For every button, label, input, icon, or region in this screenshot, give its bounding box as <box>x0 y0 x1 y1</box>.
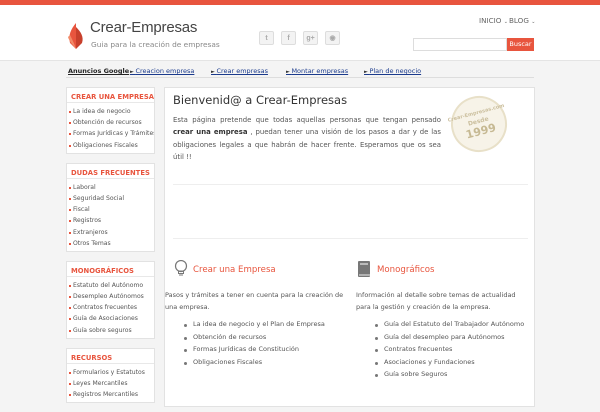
google-plus-icon[interactable]: g+ <box>303 31 318 45</box>
since-1999-stamp: Crear-Empresas.com Desde 1999 <box>444 89 514 159</box>
sidebar-item[interactable]: Formularios y Estatutos <box>67 367 154 378</box>
list-item[interactable]: Guía del Estatuto del Trabajador Autónom… <box>356 320 524 333</box>
widget-dudas-frecuentes: DUDAS FRECUENTES Laboral Seguridad Socia… <box>66 162 155 252</box>
sidebar-item[interactable]: Laboral <box>67 182 154 193</box>
ad-bar: Anuncios Google Creacion empresa Crear e… <box>66 62 534 78</box>
widget-crear-empresa: CREAR UNA EMPRESA La idea de negocio Obt… <box>66 87 155 154</box>
search-input[interactable] <box>413 38 507 51</box>
sidebar: CREAR UNA EMPRESA La idea de negocio Obt… <box>66 87 155 412</box>
logo-icon[interactable] <box>68 23 84 49</box>
facebook-icon[interactable]: f <box>281 31 296 45</box>
column-title[interactable]: Crear una Empresa <box>193 265 276 275</box>
column-desc: Pasos y trámites a tener en cuenta para … <box>165 291 344 311</box>
ad-link-creacion-empresa[interactable]: Creacion empresa <box>130 67 194 75</box>
search-button[interactable]: Buscar <box>507 38 534 51</box>
site-header: Crear-Empresas Guia para la creación de … <box>0 5 600 61</box>
main-content: Bienvenid@ a Crear-Empresas Esta página … <box>164 87 535 407</box>
ad-link-crear-empresas[interactable]: Crear empresas <box>211 67 268 75</box>
list-item[interactable]: Guía sobre Seguros <box>356 370 524 383</box>
sidebar-item[interactable]: Obtención de recursos <box>67 117 154 128</box>
list-item[interactable]: Formas Jurídicas de Constitución <box>165 345 325 358</box>
ad-link-plan-negocio[interactable]: Plan de negocio <box>364 67 421 75</box>
sidebar-item[interactable]: Seguridad Social <box>67 193 154 204</box>
site-title[interactable]: Crear-Empresas <box>90 19 197 36</box>
sidebar-item[interactable]: Desempleo Autónomos <box>67 291 154 302</box>
sidebar-item[interactable]: Obligaciones Fiscales <box>67 140 154 151</box>
lightbulb-icon <box>174 260 188 276</box>
divider <box>173 238 528 239</box>
chevron-down-icon: ⌄ <box>531 19 536 25</box>
widget-title[interactable]: DUDAS FRECUENTES <box>67 164 154 179</box>
page-title: Bienvenid@ a Crear-Empresas <box>173 93 348 107</box>
sidebar-item[interactable]: Guía sobre seguros <box>67 325 154 336</box>
welcome-text: Esta página pretende que todas aquellas … <box>173 116 441 162</box>
widget-monograficos: MONOGRÁFICOS Estatuto del Autónomo Desem… <box>66 260 155 339</box>
list-item[interactable]: La idea de negocio y el Plan de Empresa <box>165 320 325 333</box>
sidebar-item[interactable]: Guía de Asociaciones <box>67 313 154 324</box>
twitter-icon[interactable]: t <box>259 31 274 45</box>
column-list: Guía del Estatuto del Trabajador Autónom… <box>356 320 524 383</box>
column-title[interactable]: Monográficos <box>377 265 435 275</box>
column-desc: Información al detalle sobre temas de ac… <box>356 291 516 311</box>
list-item[interactable]: Obligaciones Fiscales <box>165 358 325 371</box>
widget-title[interactable]: CREAR UNA EMPRESA <box>67 88 154 103</box>
widget-title[interactable]: MONOGRÁFICOS <box>67 262 154 277</box>
sidebar-item[interactable]: Registros Mercantiles <box>67 389 154 400</box>
column-list: La idea de negocio y el Plan de Empresa … <box>165 320 325 370</box>
sidebar-item[interactable]: Registros <box>67 215 154 226</box>
list-item[interactable]: Asociaciones y Fundaciones <box>356 358 524 371</box>
sidebar-item[interactable]: Formas Jurídicas y Trámites <box>67 128 154 139</box>
sidebar-item[interactable]: Contratos frecuentes <box>67 302 154 313</box>
sidebar-item[interactable]: Extranjeros <box>67 227 154 238</box>
widget-title[interactable]: RECURSOS <box>67 349 154 364</box>
site-tagline: Guia para la creación de empresas <box>91 40 220 49</box>
welcome-bold-link[interactable]: crear una empresa <box>173 128 247 136</box>
list-item[interactable]: Obtención de recursos <box>165 333 325 346</box>
chevron-down-icon: ⌄ <box>503 19 508 25</box>
ad-link-montar-empresas[interactable]: Montar empresas <box>286 67 348 75</box>
sidebar-item[interactable]: Estatuto del Autónomo <box>67 280 154 291</box>
sidebar-item[interactable]: La idea de negocio <box>67 106 154 117</box>
divider <box>173 184 528 185</box>
book-icon <box>358 261 370 277</box>
sidebar-item[interactable]: Otros Temas <box>67 238 154 249</box>
ads-label[interactable]: Anuncios Google <box>68 67 129 75</box>
list-item[interactable]: Contratos frecuentes <box>356 345 524 358</box>
nav-inicio[interactable]: INICIO ⌄ <box>479 16 508 25</box>
widget-recursos: RECURSOS Formularios y Estatutos Leyes M… <box>66 347 155 404</box>
sidebar-item[interactable]: Leyes Mercantiles <box>67 378 154 389</box>
rss-icon[interactable]: ◉ <box>325 31 340 45</box>
nav-blog[interactable]: BLOG ⌄ <box>509 16 535 25</box>
list-item[interactable]: Guía del desempleo para Autónomos <box>356 333 524 346</box>
sidebar-item[interactable]: Fiscal <box>67 204 154 215</box>
